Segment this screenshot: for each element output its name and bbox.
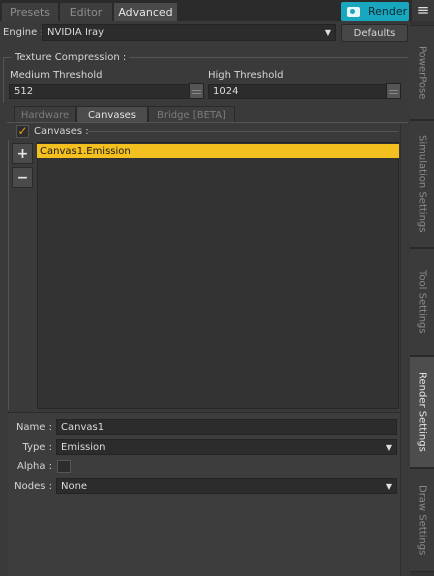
alpha-checkbox[interactable] (57, 460, 71, 473)
texture-compression-title: Texture Compression : (12, 52, 130, 63)
name-input[interactable]: Canvas1 (56, 419, 397, 435)
subtab-bridge-beta[interactable]: Bridge [BETA] (148, 106, 235, 123)
side-tab-simulation-settings[interactable]: Simulation Settings (410, 120, 434, 248)
side-tab-powerpose[interactable]: PowerPose (410, 25, 434, 120)
remove-canvas-button[interactable]: − (12, 167, 33, 188)
side-tab-tool-settings[interactable]: Tool Settings (410, 248, 434, 356)
canvases-list[interactable] (37, 142, 399, 409)
side-tab-render-settings[interactable]: Render Settings (410, 356, 434, 468)
type-label: Type : (22, 442, 52, 453)
high-threshold-label: High Threshold (208, 70, 284, 81)
side-tab-label: Tool Settings (416, 270, 428, 334)
tab-advanced[interactable]: Advanced (113, 2, 178, 21)
type-dropdown[interactable]: Emission ▼ (56, 439, 397, 455)
side-tab-label: PowerPose (416, 45, 428, 100)
canvases-checkbox[interactable]: ✓ (16, 125, 29, 138)
render-button-label: Render (368, 5, 408, 18)
engine-dropdown[interactable]: NVIDIA Iray ▼ (42, 24, 336, 41)
side-tab-label: Draw Settings (416, 484, 428, 556)
chevron-down-icon: ▼ (385, 482, 392, 491)
canvases-title: Canvases : (34, 126, 89, 137)
side-tab-draw-settings[interactable]: Draw Settings (410, 468, 434, 572)
panel-menu-icon[interactable]: ≡ (414, 1, 432, 19)
high-threshold-input[interactable]: 1024 (208, 84, 388, 99)
camera-icon (347, 6, 360, 17)
subtab-hardware[interactable]: Hardware (14, 106, 76, 123)
chevron-down-icon: ▼ (324, 28, 331, 37)
render-button[interactable]: Render (341, 2, 409, 21)
canvases-header-divider (88, 131, 398, 132)
tab-editor[interactable]: Editor (59, 2, 113, 21)
medium-threshold-input[interactable]: 512 (9, 84, 191, 99)
high-threshold-slider-handle[interactable] (386, 83, 401, 99)
side-tab-label: Simulation Settings (416, 135, 428, 233)
nodes-dropdown[interactable]: None ▼ (56, 478, 397, 494)
list-item[interactable]: Canvas1.Emission (37, 144, 399, 158)
nodes-label: Nodes : (14, 481, 52, 492)
add-canvas-button[interactable]: + (12, 143, 33, 164)
name-label: Name : (15, 422, 52, 433)
canvas-properties-panel (8, 412, 400, 576)
engine-value: NVIDIA Iray (47, 27, 105, 38)
panel-left-border (8, 140, 9, 410)
side-tab-label: Render Settings (416, 372, 428, 452)
vertical-scrollbar[interactable] (400, 124, 408, 576)
type-value: Emission (61, 441, 106, 453)
defaults-button[interactable]: Defaults (341, 24, 408, 42)
subtab-canvases[interactable]: Canvases (76, 106, 148, 123)
engine-label: Engine : (3, 27, 44, 38)
tab-presets[interactable]: Presets (1, 2, 59, 21)
medium-threshold-label: Medium Threshold (10, 70, 103, 81)
list-item-label: Canvas1.Emission (40, 145, 131, 157)
nodes-value: None (61, 480, 88, 492)
chevron-down-icon: ▼ (385, 443, 392, 452)
subtab-divider (7, 122, 408, 123)
alpha-label: Alpha : (17, 461, 52, 472)
medium-threshold-slider-handle[interactable] (189, 83, 204, 99)
